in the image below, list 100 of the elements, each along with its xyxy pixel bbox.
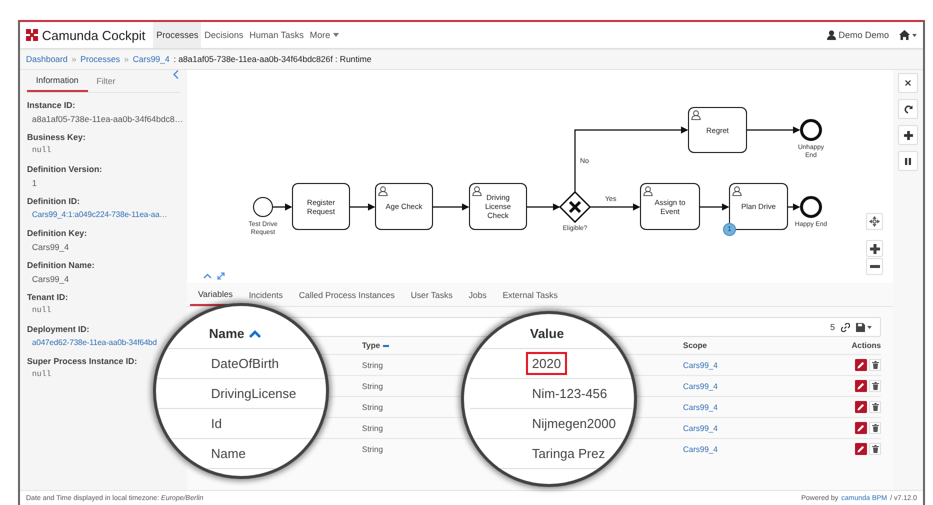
zoom-in-button[interactable] — [866, 240, 883, 257]
recenter-button[interactable] — [866, 213, 883, 230]
magnified-cell-text: Id — [210, 415, 223, 433]
breadcrumb-link[interactable]: Dashboard — [26, 54, 68, 64]
field-value: null — [31, 305, 52, 317]
pencil-icon — [857, 403, 865, 411]
field-value: Cars99_4 — [31, 241, 70, 253]
scope-link[interactable]: Cars99_4 — [683, 360, 718, 370]
user-icon — [827, 30, 836, 40]
magnified-cell-text: Nim-123-456 — [531, 385, 608, 403]
field-label: Definition Version: — [27, 163, 104, 175]
field-value: null — [31, 369, 52, 381]
user-icon — [691, 110, 701, 120]
nav-link[interactable]: Human Tasks — [246, 22, 307, 48]
column-header[interactable]: Scope — [683, 341, 708, 350]
user-icon — [643, 186, 653, 196]
magnified-cell-text: Nijmegen2000 — [531, 415, 617, 433]
field-value: Cars99_4 — [31, 273, 70, 285]
delete-button[interactable] — [869, 359, 881, 371]
field-label: Instance ID: — [27, 99, 76, 111]
scope-link[interactable]: Cars99_4 — [683, 424, 718, 432]
magnified-cell-text: Name — [210, 445, 247, 463]
floppy-icon — [856, 322, 865, 332]
chevron-up-icon[interactable] — [203, 273, 212, 279]
plus-icon — [870, 244, 880, 254]
trash-icon — [872, 382, 878, 390]
field-label: Definition Name: — [27, 259, 96, 271]
tab[interactable]: Incidents — [240, 283, 291, 306]
app-title: Camunda Cockpit — [42, 28, 146, 42]
close-icon — [905, 80, 911, 86]
field-label: Super Process Instance ID: — [27, 355, 138, 367]
edit-button[interactable] — [855, 380, 867, 392]
tab[interactable]: External Tasks — [494, 283, 566, 306]
home-menu[interactable] — [899, 30, 917, 40]
table-cell: String — [362, 424, 383, 432]
zoom-out-button[interactable] — [866, 258, 883, 275]
user-icon — [732, 186, 742, 196]
user-menu[interactable]: Demo Demo — [827, 30, 889, 40]
scope-link[interactable]: Cars99_4 — [683, 402, 718, 412]
magnified-column-header: Name — [209, 326, 244, 341]
edit-button[interactable] — [855, 401, 867, 413]
edit-button[interactable] — [855, 443, 867, 455]
delete-button[interactable] — [869, 443, 881, 455]
nav-link[interactable]: More — [306, 22, 342, 48]
suspend-button[interactable] — [898, 151, 918, 171]
field-value: null — [31, 145, 52, 157]
delete-button[interactable] — [869, 401, 881, 413]
expand-icon[interactable] — [217, 272, 225, 280]
user-icon — [378, 186, 388, 196]
trash-icon — [872, 424, 878, 432]
end-event — [800, 196, 822, 218]
field-label: Definition Key: — [27, 227, 88, 239]
column-header[interactable]: Type — [362, 341, 380, 350]
refresh-button[interactable] — [898, 99, 918, 119]
magnified-column-header: Value — [530, 326, 564, 341]
edit-button[interactable] — [855, 422, 867, 434]
trash-icon — [872, 403, 878, 411]
start-event — [253, 197, 273, 217]
user-icon — [472, 186, 482, 196]
link-icon[interactable] — [841, 322, 850, 332]
edit-button[interactable] — [855, 359, 867, 371]
gateway — [559, 191, 591, 223]
field-link[interactable]: a047ed62-738e-11ea-aa0b-34f64bd — [27, 337, 157, 349]
sidebar-tab[interactable]: Information — [27, 70, 88, 92]
pencil-icon — [857, 382, 865, 390]
tab[interactable]: Jobs — [460, 283, 495, 306]
plus-icon — [904, 130, 912, 140]
table-cell: String — [362, 382, 383, 390]
breadcrumb-link[interactable]: Processes — [80, 54, 120, 64]
close-button[interactable] — [898, 73, 918, 93]
collapse-icon[interactable] — [173, 70, 179, 79]
magnified-cell-text: DrivingLicense — [210, 385, 298, 403]
magnified-cell-text: Taringa Prez — [531, 445, 606, 463]
delete-button[interactable] — [869, 380, 881, 392]
breadcrumb-current: : a8a1af05-738e-11ea-aa0b-34f64bdc826f : Runtime — [174, 54, 372, 64]
pencil-icon — [857, 424, 865, 432]
nav-link[interactable]: Processes — [153, 22, 202, 48]
add-button[interactable] — [898, 125, 918, 145]
table-cell: String — [362, 444, 383, 454]
export-menu[interactable] — [856, 322, 872, 332]
table-cell: String — [362, 360, 383, 370]
pencil-icon — [857, 361, 865, 369]
crosshair-icon — [869, 216, 880, 227]
scope-link[interactable]: Cars99_4 — [683, 444, 718, 454]
sidebar-tab[interactable]: Filter — [88, 70, 124, 92]
caret-icon — [333, 33, 340, 37]
end-event — [800, 119, 822, 141]
tab[interactable]: User Tasks — [402, 283, 461, 306]
field-link[interactable]: Cars99_4:1:a049c224-738e-11ea-aa… — [27, 209, 168, 221]
scope-link[interactable]: Cars99_4 — [683, 382, 718, 390]
field-label: Tenant ID: — [27, 291, 69, 303]
tab[interactable]: Called Process Instances — [290, 283, 403, 306]
trash-icon — [872, 445, 878, 453]
trash-icon — [872, 361, 878, 369]
field-value: a8a1af05-738e-11ea-aa0b-34f64bdc8… — [31, 113, 180, 125]
nav-link[interactable]: Decisions — [201, 22, 246, 48]
field-label: Definition ID: — [27, 195, 81, 207]
logo-icon — [26, 29, 38, 41]
breadcrumb-link[interactable]: Cars99_4 — [132, 54, 170, 64]
delete-button[interactable] — [869, 422, 881, 434]
